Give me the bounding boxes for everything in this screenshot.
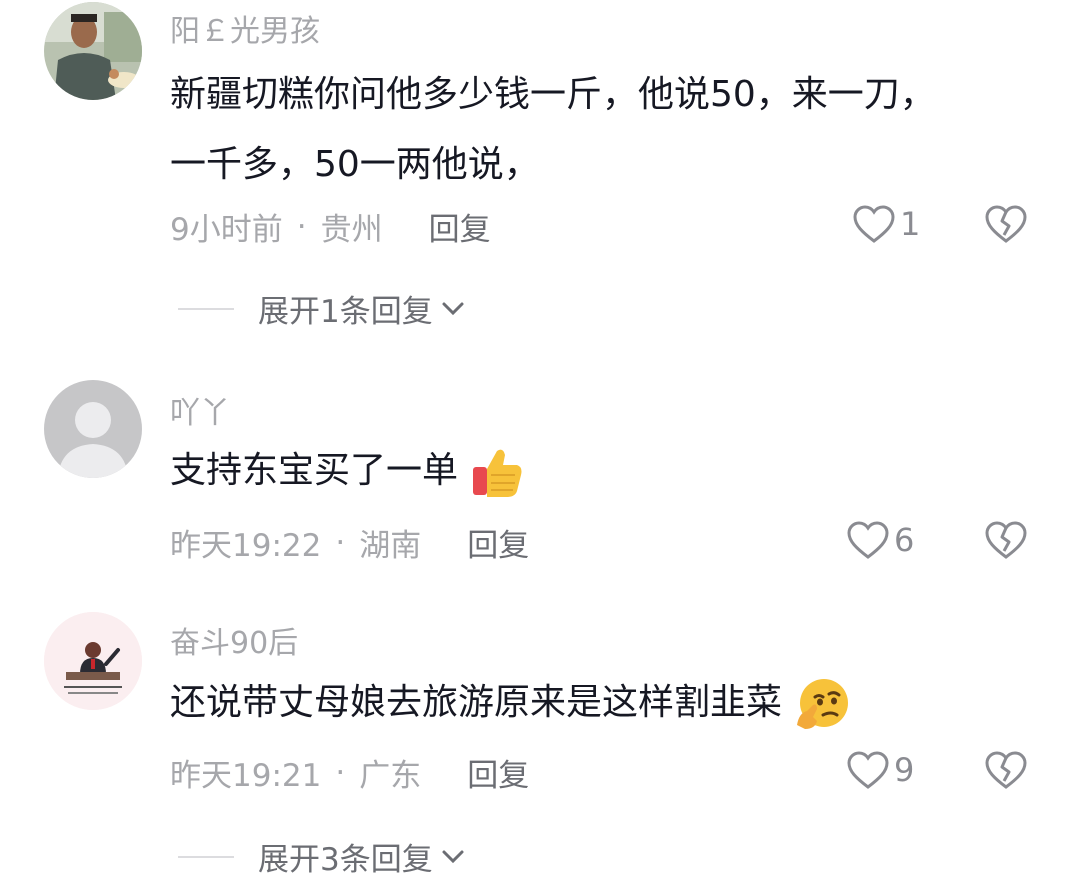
like-button[interactable]: 6 [846, 520, 914, 560]
username[interactable]: 阳￡光男孩 [170, 6, 320, 50]
broken-heart-icon [985, 205, 1027, 243]
thinking-face-emoji-icon [797, 679, 849, 729]
heart-icon [853, 205, 895, 243]
comment-location: 广东 [359, 758, 422, 794]
comment-text-row: 还说带丈母娘去旅游原来是这样割韭菜 [170, 668, 970, 738]
thumbs-up-emoji-icon [473, 449, 522, 497]
comment-location: 贵州 [320, 212, 383, 248]
divider-line [178, 307, 234, 310]
username[interactable]: 奋斗90后 [170, 618, 298, 662]
comment-time: 昨天19:21 [170, 758, 322, 794]
comment-text: 新疆切糕你问他多少钱一斤，他说50，来一刀，一千多，50一两他说， [170, 74, 936, 185]
comment-text: 支持东宝买了一单 [170, 450, 459, 491]
comment-meta: 昨天19:22 · 湖南 回复 [170, 520, 529, 565]
comment-meta: 昨天19:21 · 广东 回复 [170, 750, 529, 795]
reply-button[interactable]: 回复 [467, 520, 529, 565]
like-button[interactable]: 9 [846, 750, 914, 790]
comment-time: 昨天19:22 [170, 528, 322, 564]
like-count: 6 [894, 521, 915, 559]
expand-replies-button[interactable]: 展开1条回复 [178, 286, 467, 331]
dislike-button[interactable] [984, 204, 1028, 248]
meta-separator: · [335, 754, 346, 791]
dislike-button[interactable] [984, 520, 1028, 564]
avatar[interactable] [44, 2, 142, 100]
expand-replies-label: 展开3条回复 [258, 842, 433, 878]
meta-separator: · [296, 208, 307, 245]
username[interactable]: 吖丫 [170, 388, 230, 432]
avatar[interactable] [44, 380, 142, 478]
chevron-down-icon [442, 850, 464, 863]
expand-replies-label: 展开1条回复 [258, 294, 433, 330]
like-count: 9 [894, 751, 915, 789]
comment-time: 9小时前 [170, 212, 283, 248]
comment-text-row: 支持东宝买了一单 [170, 436, 970, 506]
broken-heart-icon [985, 751, 1027, 789]
reply-button[interactable]: 回复 [467, 750, 529, 795]
reply-button[interactable]: 回复 [429, 204, 491, 249]
comment-meta: 9小时前 · 贵州 回复 [170, 204, 491, 249]
avatar[interactable] [44, 612, 142, 710]
dislike-button[interactable] [984, 750, 1028, 794]
chevron-down-icon [442, 302, 464, 315]
comment-location: 湖南 [359, 528, 422, 564]
heart-icon [847, 751, 889, 789]
comment-text: 还说带丈母娘去旅游原来是这样割韭菜 [170, 682, 783, 723]
meta-separator: · [335, 524, 346, 561]
like-count: 1 [900, 205, 921, 243]
broken-heart-icon [985, 521, 1027, 559]
heart-icon [847, 521, 889, 559]
divider-line [178, 855, 234, 858]
expand-replies-button[interactable]: 展开3条回复 [178, 834, 467, 879]
like-button[interactable]: 1 [852, 204, 920, 244]
